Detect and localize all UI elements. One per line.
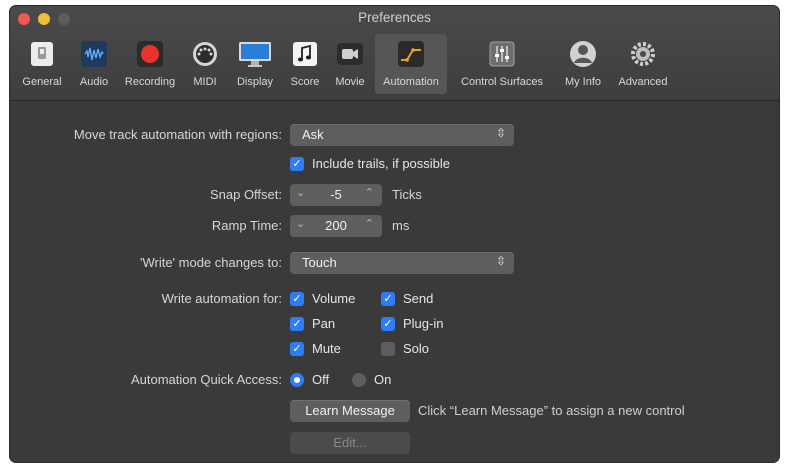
- tab-advanced[interactable]: Advanced: [612, 34, 674, 94]
- tab-label: My Info: [564, 76, 602, 88]
- preferences-window: Preferences General Audio Recording MIDI…: [10, 6, 779, 462]
- tab-recording[interactable]: Recording: [118, 34, 182, 94]
- checkmark-icon: ✓: [290, 341, 304, 356]
- automation-curve-icon: [394, 37, 428, 71]
- radio-unselected: [352, 372, 366, 387]
- tab-control-surfaces[interactable]: Control Surfaces: [452, 34, 552, 94]
- checkbox-empty: [381, 341, 395, 356]
- checkbox-label: Volume: [312, 291, 356, 306]
- ramp-time-label: Ramp Time:: [211, 218, 282, 233]
- tab-my-info[interactable]: My Info: [558, 34, 608, 94]
- chevron-up-icon[interactable]: ⌃: [365, 186, 374, 199]
- send-checkbox[interactable]: ✓ Send: [381, 291, 433, 306]
- radio-selected: [290, 372, 304, 387]
- write-automation-for-label: Write automation for:: [161, 291, 282, 306]
- tab-automation[interactable]: Automation: [375, 34, 447, 94]
- write-mode-popup[interactable]: Touch ⇳: [290, 252, 514, 274]
- music-note-icon: [288, 37, 322, 71]
- edit-button[interactable]: Edit...: [290, 432, 410, 454]
- chevron-updown-icon: ⇳: [495, 254, 506, 268]
- mute-checkbox[interactable]: ✓ Mute: [290, 341, 341, 356]
- move-automation-label: Move track automation with regions:: [73, 127, 282, 142]
- quick-access-label: Automation Quick Access:: [130, 372, 282, 387]
- pan-checkbox[interactable]: ✓ Pan: [290, 316, 335, 331]
- learn-message-button[interactable]: Learn Message: [290, 400, 410, 422]
- volume-checkbox[interactable]: ✓ Volume: [290, 291, 355, 306]
- tab-label: MIDI: [193, 76, 217, 88]
- audio-waveform-icon: [77, 37, 111, 71]
- tab-label: Score: [290, 76, 320, 88]
- solo-checkbox[interactable]: Solo: [381, 341, 429, 356]
- tab-general[interactable]: General: [16, 34, 68, 94]
- chevron-up-icon[interactable]: ⌃: [365, 217, 374, 230]
- tab-audio[interactable]: Audio: [72, 34, 116, 94]
- move-automation-popup[interactable]: Ask ⇳: [290, 124, 514, 146]
- radio-label: Off: [312, 372, 330, 387]
- tab-score[interactable]: Score: [287, 34, 323, 94]
- tab-label: General: [22, 76, 62, 88]
- general-icon: [25, 37, 59, 71]
- checkbox-label: Pan: [312, 316, 336, 331]
- snap-unit: Ticks: [392, 187, 422, 202]
- midi-connector-icon: [188, 37, 222, 71]
- ramp-unit: ms: [392, 218, 410, 233]
- snap-offset-stepper[interactable]: ⌄ -5 ⌃: [290, 184, 382, 206]
- display-icon: [238, 37, 272, 71]
- tab-midi[interactable]: MIDI: [188, 34, 222, 94]
- tab-label: Advanced: [618, 76, 668, 88]
- user-icon: [566, 37, 600, 71]
- checkbox-label: Solo: [403, 341, 430, 356]
- radio-label: On: [374, 372, 392, 387]
- tab-label: Control Surfaces: [461, 76, 543, 88]
- snap-offset-label: Snap Offset:: [209, 187, 282, 202]
- record-icon: [133, 37, 167, 71]
- tab-label: Audio: [79, 76, 109, 88]
- quick-access-off-radio[interactable]: Off: [290, 372, 329, 387]
- tab-label: Automation: [383, 76, 439, 88]
- quick-access-on-radio[interactable]: On: [352, 372, 391, 387]
- tab-label: Recording: [124, 76, 176, 88]
- automation-settings-panel: Move track automation with regions: Ask …: [10, 101, 779, 462]
- checkmark-icon: ✓: [381, 291, 395, 306]
- checkmark-icon: ✓: [290, 156, 304, 171]
- checkbox-label: Plug-in: [403, 316, 444, 331]
- tab-label: Movie: [335, 76, 365, 88]
- checkmark-icon: ✓: [290, 291, 304, 306]
- tab-movie[interactable]: Movie: [329, 34, 371, 94]
- checkbox-label: Include trails, if possible: [312, 156, 451, 171]
- advanced-gears-icon: [626, 37, 660, 71]
- window-title: Preferences: [358, 10, 431, 25]
- plugin-checkbox[interactable]: ✓ Plug-in: [381, 316, 443, 331]
- include-trails-checkbox[interactable]: ✓ Include trails, if possible: [290, 156, 450, 171]
- checkbox-label: Mute: [312, 341, 341, 356]
- faders-icon: [485, 37, 519, 71]
- toolbar: Preferences General Audio Recording MIDI…: [10, 6, 779, 101]
- tab-display[interactable]: Display: [230, 34, 280, 94]
- checkbox-label: Send: [403, 291, 434, 306]
- ramp-time-stepper[interactable]: ⌄ 200 ⌃: [290, 215, 382, 237]
- chevron-updown-icon: ⇳: [495, 126, 506, 140]
- checkmark-icon: ✓: [290, 316, 304, 331]
- movie-camera-icon: [333, 37, 367, 71]
- popup-value: Ask: [302, 127, 324, 142]
- tab-label: Display: [236, 76, 274, 88]
- checkmark-icon: ✓: [381, 316, 395, 331]
- learn-message-hint: Click “Learn Message” to assign a new co…: [418, 403, 685, 418]
- popup-value: Touch: [302, 255, 337, 270]
- write-mode-label: 'Write' mode changes to:: [139, 255, 282, 270]
